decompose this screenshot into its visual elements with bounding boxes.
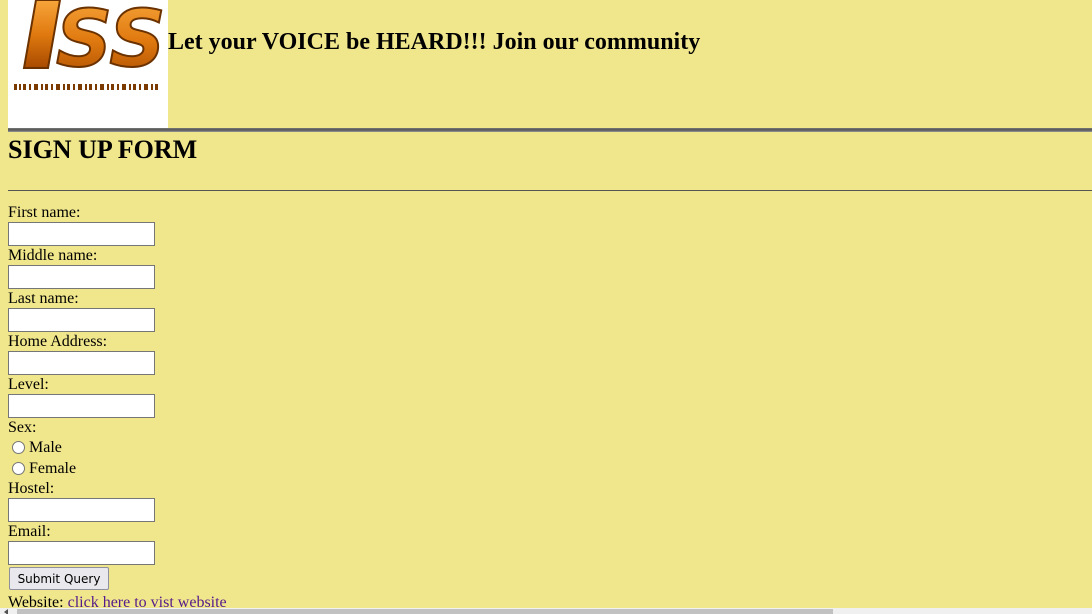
male-radio[interactable] <box>12 441 25 454</box>
home-address-label: Home Address: <box>8 333 108 350</box>
home-address-input[interactable] <box>8 351 155 375</box>
form-divider <box>8 190 1092 191</box>
last-name-input[interactable] <box>8 308 155 332</box>
horizontal-scrollbar[interactable] <box>0 608 1092 614</box>
email-label: Email: <box>8 523 51 540</box>
hostel-input[interactable] <box>8 498 155 522</box>
form-title: SIGN UP FORM <box>8 135 198 164</box>
male-label: Male <box>29 439 62 456</box>
submit-button[interactable]: Submit Query <box>9 567 109 590</box>
female-radio[interactable] <box>12 462 25 475</box>
last-name-label: Last name: <box>8 290 79 307</box>
sex-option-female[interactable]: Female <box>8 458 227 479</box>
first-name-label: First name: <box>8 204 81 221</box>
female-label: Female <box>29 460 77 477</box>
header-divider <box>8 128 1092 132</box>
level-input[interactable] <box>8 394 155 418</box>
header-title: Let your VOICE be HEARD!!! Join our comm… <box>168 29 701 55</box>
email-input[interactable] <box>8 541 155 565</box>
sex-label: Sex: <box>8 419 37 436</box>
first-name-input[interactable] <box>8 222 155 246</box>
iss-logo: SS <box>8 0 168 130</box>
sex-option-male[interactable]: Male <box>8 437 227 458</box>
level-label: Level: <box>8 376 49 393</box>
middle-name-label: Middle name: <box>8 247 98 264</box>
scroll-left-icon[interactable] <box>4 609 8 614</box>
page: SS Let your VOICE be HEARD!!! Join our c… <box>0 0 1092 614</box>
header: SS Let your VOICE be HEARD!!! Join our c… <box>8 0 1092 130</box>
signup-form: First name: Middle name: Last name: Home… <box>8 203 227 613</box>
logo-graphic-icon: SS <box>14 0 167 90</box>
logo-text: SS <box>56 0 166 85</box>
middle-name-input[interactable] <box>8 265 155 289</box>
scrollbar-thumb[interactable] <box>17 609 833 614</box>
hostel-label: Hostel: <box>8 480 55 497</box>
